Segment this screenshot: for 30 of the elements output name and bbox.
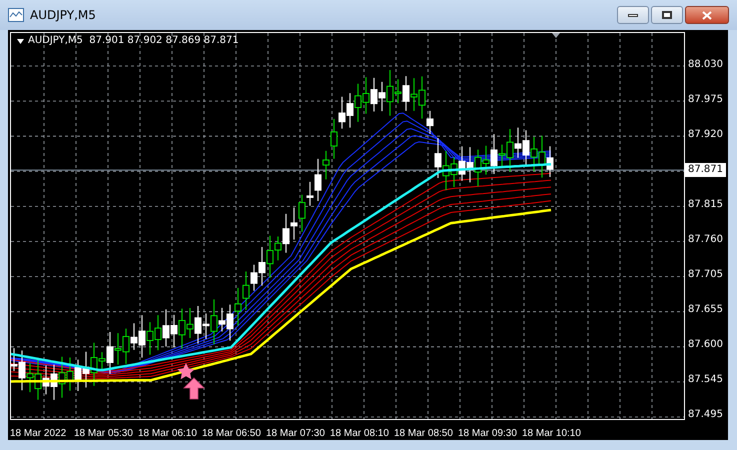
- symbol-legend: AUDJPY,M5 87.901 87.902 87.869 87.871: [28, 35, 239, 47]
- maximize-button[interactable]: [651, 6, 683, 24]
- price-axis-label: 87.705: [688, 268, 724, 282]
- price-axis-label: 87.545: [688, 373, 724, 387]
- time-axis-label: 18 Mar 08:50: [394, 427, 454, 441]
- time-axis-label: 18 Mar 08:10: [330, 427, 390, 441]
- time-axis-label: 18 Mar 06:10: [138, 427, 198, 441]
- window-title: AUDJPY,M5: [30, 7, 96, 24]
- time-axis-label: 18 Mar 09:30: [458, 427, 518, 441]
- price-axis-label: 88.030: [688, 58, 724, 72]
- price-axis-label: 87.655: [688, 303, 724, 317]
- time-axis-label: 18 Mar 05:30: [74, 427, 134, 441]
- star-icon: [177, 363, 195, 380]
- time-axis-label: 18 Mar 07:30: [266, 427, 326, 441]
- time-axis-label: 18 Mar 06:50: [202, 427, 262, 441]
- current-price-label: 87.871: [685, 163, 726, 177]
- close-button[interactable]: [685, 6, 729, 24]
- time-axis-label: 18 Mar 2022: [10, 427, 68, 441]
- price-axis-label: 87.495: [688, 408, 724, 422]
- collapse-triangle-icon: [17, 38, 24, 44]
- minimize-button[interactable]: [617, 6, 649, 24]
- price-axis-label: 87.815: [688, 198, 724, 212]
- price-axis-label: 87.920: [688, 128, 724, 142]
- chart-window-icon: [8, 8, 24, 22]
- time-axis-label: 18 Mar 10:10: [522, 427, 582, 441]
- price-axis-label: 87.975: [688, 93, 724, 107]
- close-icon: [702, 10, 712, 20]
- price-axis-label: 87.600: [688, 338, 724, 352]
- up-arrow-icon: [183, 377, 205, 400]
- price-axis-label: 87.760: [688, 233, 724, 247]
